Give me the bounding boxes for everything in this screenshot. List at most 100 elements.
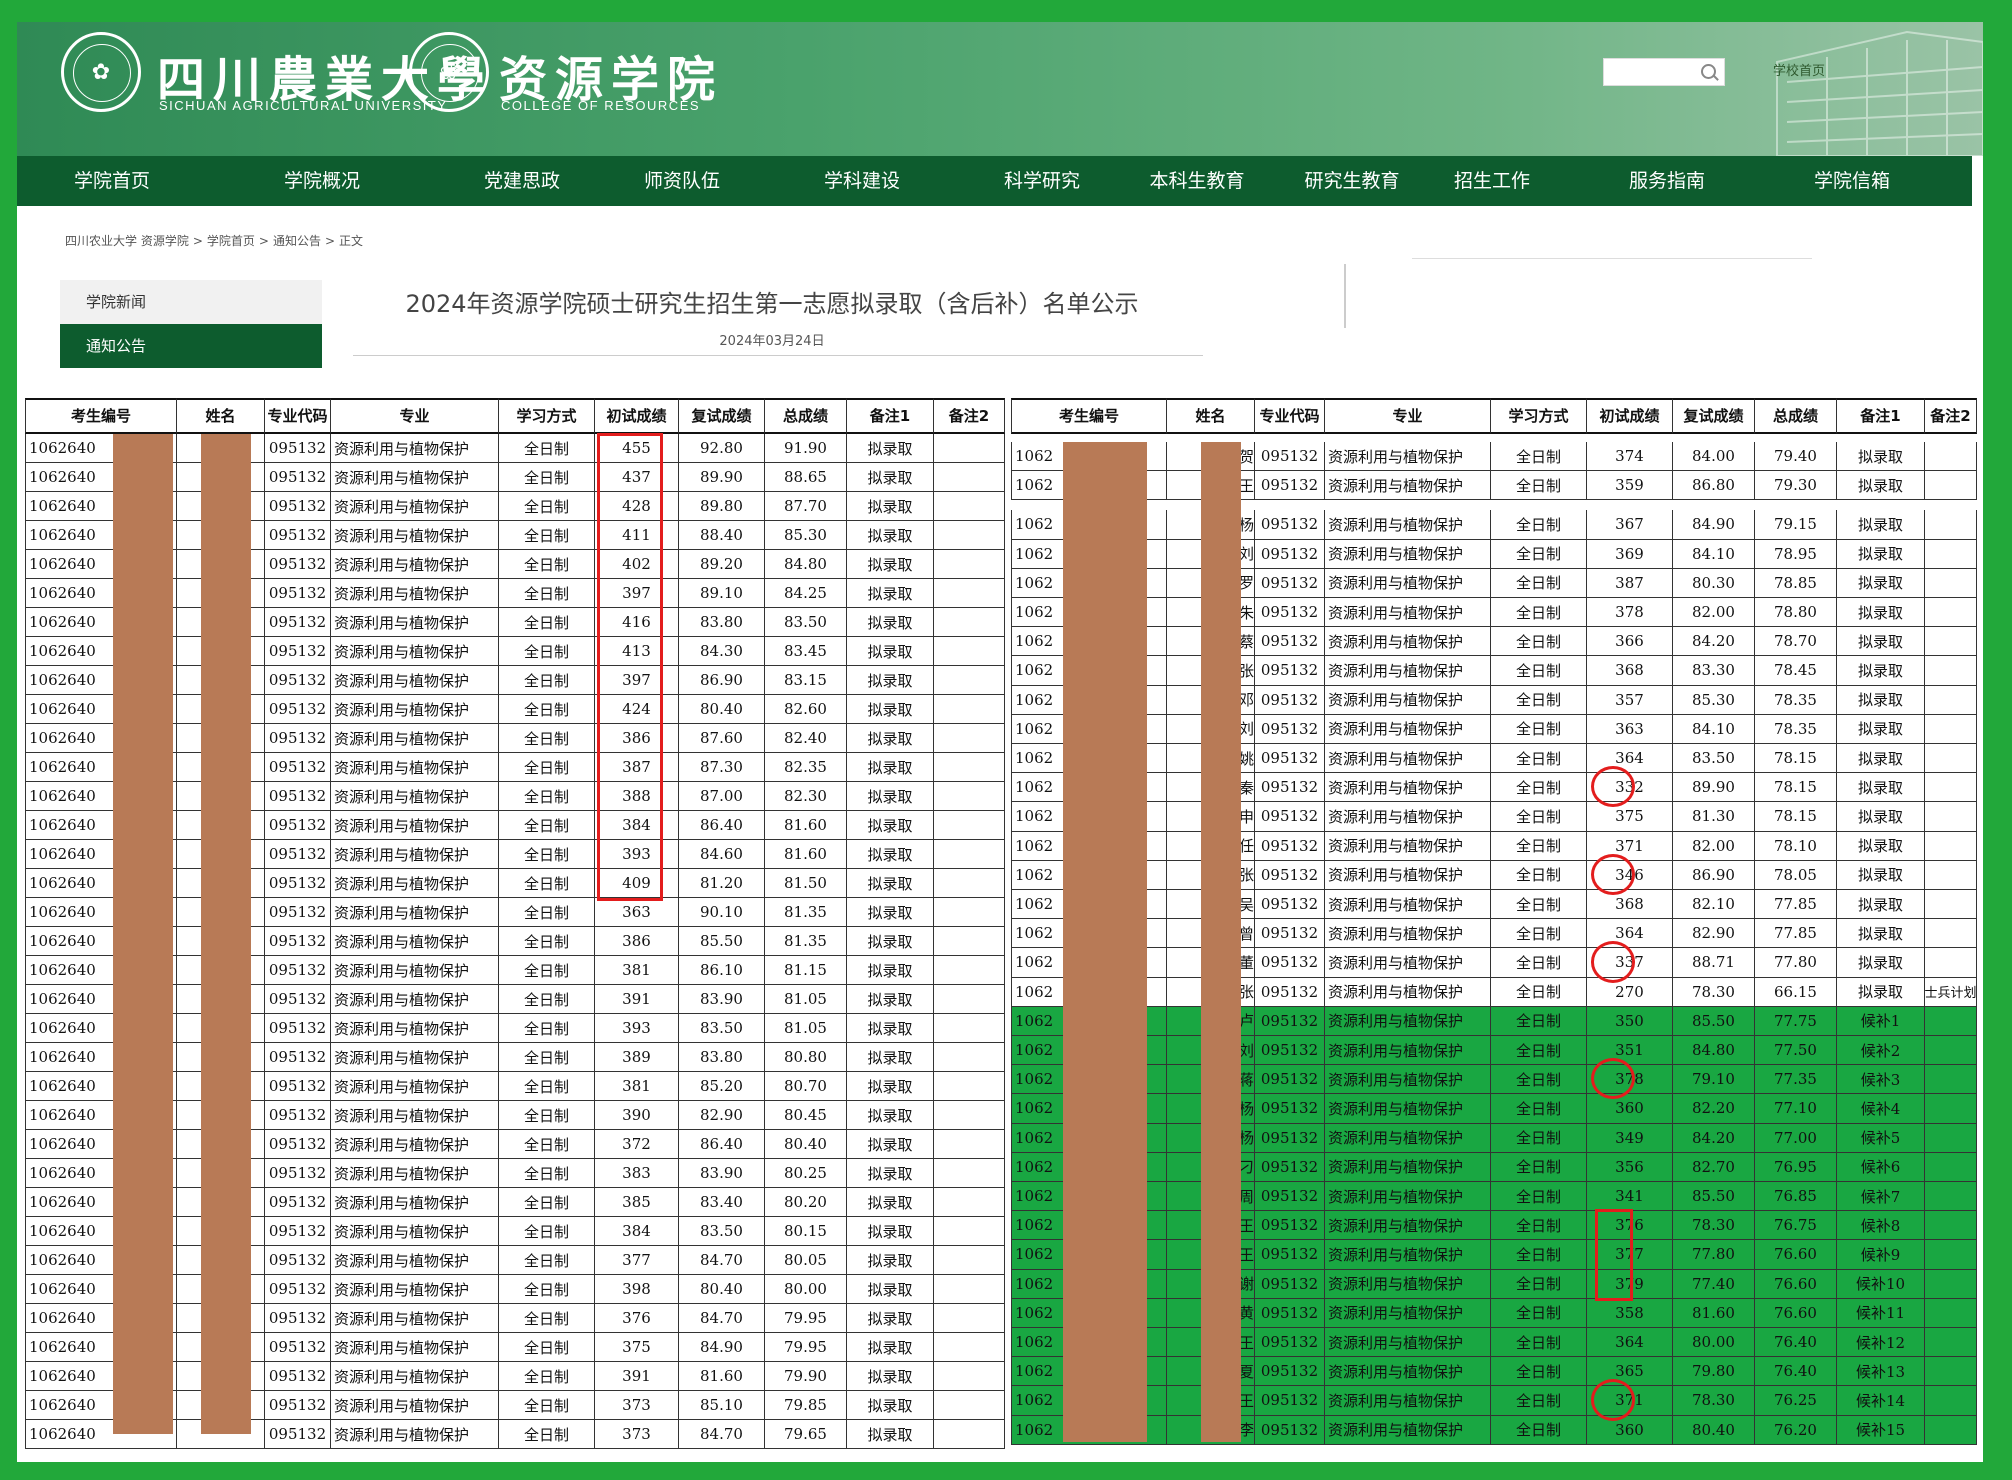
nav-item[interactable]: 招生工作 [1427, 156, 1557, 206]
divider [353, 355, 1203, 356]
table-cell: 84.80 [1673, 1036, 1755, 1066]
divider [1412, 258, 1812, 259]
table-cell: 拟录取 [847, 1391, 934, 1420]
search-icon[interactable] [1701, 64, 1716, 79]
table-cell: 资源利用与植物保护 [331, 840, 499, 869]
nav-item[interactable]: 学院信箱 [1777, 156, 1927, 206]
table-cell: 拟录取 [847, 608, 934, 637]
table-cell: 79.40 [1755, 442, 1837, 472]
table-cell: 095132 [265, 956, 331, 985]
nav-item[interactable]: 科学研究 [967, 156, 1117, 206]
annotation-circle [1591, 853, 1635, 895]
nav-item[interactable]: 学科建设 [757, 156, 967, 206]
school-home-link[interactable]: 学校首页 [1773, 60, 1825, 79]
table-cell: 资源利用与植物保护 [331, 695, 499, 724]
table-cell: 85.10 [679, 1391, 765, 1420]
nav-item[interactable]: 学院概况 [207, 156, 437, 206]
table-cell: 373 [595, 1391, 679, 1420]
table-cell: 83.80 [679, 608, 765, 637]
table-cell: 资源利用与植物保护 [331, 1130, 499, 1159]
table-cell: 拟录取 [847, 956, 934, 985]
table-cell: 拟录取 [1837, 471, 1925, 501]
table-cell: 资源利用与植物保护 [1325, 802, 1491, 832]
table-cell: 84.10 [1673, 714, 1755, 744]
sidebar-item-notices[interactable]: 通知公告 [60, 324, 322, 368]
table-cell: 资源利用与植物保护 [1325, 977, 1491, 1007]
table-cell: 76.20 [1755, 1415, 1837, 1445]
table-cell: 095132 [265, 898, 331, 927]
table-cell: 拟录取 [1837, 627, 1925, 657]
table-cell [1925, 1211, 1977, 1241]
nav-item[interactable]: 师资队伍 [607, 156, 757, 206]
table-cell: 095132 [265, 1333, 331, 1362]
table-cell: 候补12 [1837, 1328, 1925, 1358]
table-cell: 86.40 [679, 811, 765, 840]
table-cell: 095132 [1255, 831, 1325, 861]
table-cell: 备注1 [847, 398, 934, 434]
table-cell: 80.30 [1673, 568, 1755, 598]
table-cell: 82.90 [679, 1101, 765, 1130]
table-cell: 候补3 [1837, 1065, 1925, 1095]
table-cell: 拟录取 [1837, 656, 1925, 686]
table-cell: 360 [1587, 1415, 1673, 1445]
breadcrumb-item[interactable]: 学院首页 [207, 234, 255, 248]
table-cell: 全日制 [499, 927, 595, 956]
table-cell: 095132 [265, 1014, 331, 1043]
table-cell [934, 840, 1005, 869]
breadcrumb-item[interactable]: 四川农业大学 资源学院 [65, 234, 189, 248]
table-cell [1925, 1357, 1977, 1387]
table-cell: 095132 [1255, 510, 1325, 540]
table-cell: 资源利用与植物保护 [331, 434, 499, 463]
table-cell: 资源利用与植物保护 [331, 1391, 499, 1420]
table-cell: 81.05 [765, 985, 847, 1014]
nav-item[interactable]: 研究生教育 [1277, 156, 1427, 206]
table-row: 1062 王 095132 资源利用与植物保护 全日制 359 86.80 79.30 拟录取 [1011, 471, 1977, 501]
table-cell [1925, 1123, 1977, 1153]
nav-item[interactable]: 学院首页 [17, 156, 207, 206]
table-cell: 88.65 [765, 463, 847, 492]
table-cell: 350 [1587, 1006, 1673, 1036]
table-cell: 86.90 [679, 666, 765, 695]
table-cell: 学习方式 [1491, 398, 1587, 434]
table-cell: 拟录取 [1837, 685, 1925, 715]
table-cell: 全日制 [1491, 860, 1587, 890]
search-input[interactable] [1603, 58, 1725, 86]
breadcrumb-item[interactable]: 通知公告 [273, 234, 321, 248]
nav-item[interactable]: 服务指南 [1557, 156, 1777, 206]
table-cell: 390 [595, 1101, 679, 1130]
table-cell [934, 753, 1005, 782]
divider [1344, 264, 1346, 328]
table-cell: 拟录取 [1837, 948, 1925, 978]
table-cell: 095132 [265, 1130, 331, 1159]
table-cell: 资源利用与植物保护 [331, 1362, 499, 1391]
table-cell: 85.30 [765, 521, 847, 550]
table-cell: 095132 [265, 1275, 331, 1304]
table-cell: 候补15 [1837, 1415, 1925, 1445]
table-cell: 候补1 [1837, 1006, 1925, 1036]
table-cell [934, 1217, 1005, 1246]
university-seal-icon: ✿ [61, 32, 141, 112]
table-cell: 095132 [1255, 568, 1325, 598]
table-row: 1062 刘 095132 资源利用与植物保护 全日制 351 84.80 77.50 候补2 [1011, 1036, 1977, 1066]
table-row: 1062 谢 095132 资源利用与植物保护 全日制 379 77.40 76.60 候补10 [1011, 1269, 1977, 1299]
breadcrumb: 四川农业大学 资源学院 > 学院首页 > 通知公告 > 正文 [65, 232, 367, 249]
table-cell [1925, 1328, 1977, 1358]
table-cell: 全日制 [1491, 714, 1587, 744]
table-cell [934, 608, 1005, 637]
table-cell: 376 [595, 1304, 679, 1333]
table-cell [934, 1159, 1005, 1188]
table-cell: 89.20 [679, 550, 765, 579]
nav-item[interactable]: 本科生教育 [1117, 156, 1277, 206]
table-cell: 资源利用与植物保护 [331, 637, 499, 666]
table-cell: 拟录取 [847, 840, 934, 869]
nav-item[interactable]: 党建思政 [437, 156, 607, 206]
table-row: 1062 蒋 095132 资源利用与植物保护 全日制 378 79.10 77.35 候补3 [1011, 1065, 1977, 1095]
table-cell: 349 [1587, 1123, 1673, 1153]
table-cell: 全日制 [1491, 539, 1587, 569]
sidebar-item-news[interactable]: 学院新闻 [60, 280, 322, 324]
table-cell: 拟录取 [847, 1304, 934, 1333]
table-cell: 83.80 [679, 1043, 765, 1072]
table-cell: 78.45 [1755, 656, 1837, 686]
table-cell: 77.50 [1755, 1036, 1837, 1066]
table-cell: 总成绩 [765, 398, 847, 434]
